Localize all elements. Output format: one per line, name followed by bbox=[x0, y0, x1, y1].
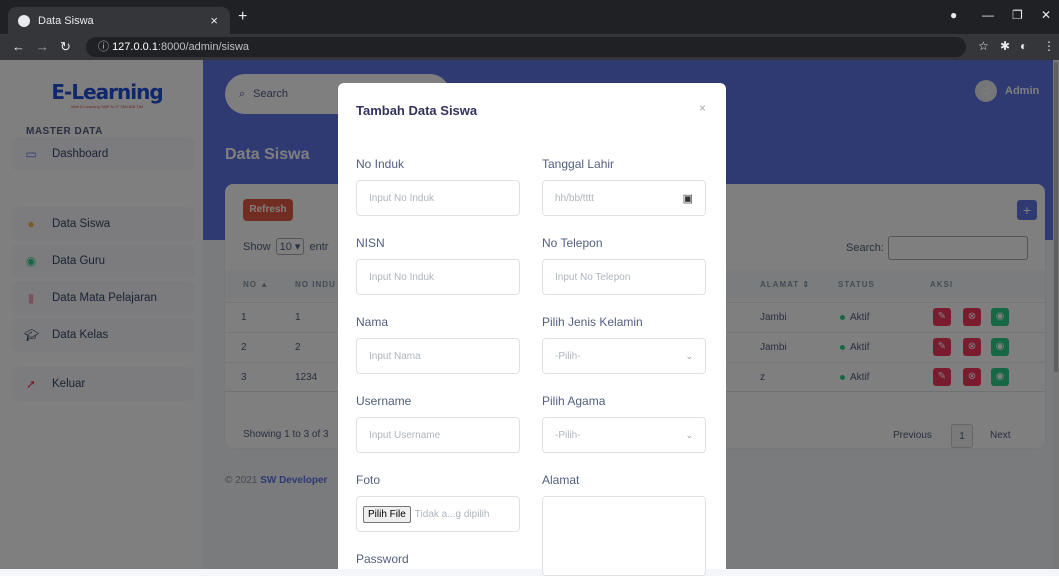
close-icon[interactable]: × bbox=[699, 101, 706, 115]
chevron-down-icon: ⌄ bbox=[685, 350, 693, 361]
back-icon[interactable]: ← bbox=[12, 39, 25, 54]
tanggal-lahir-label: Tanggal Lahir bbox=[542, 157, 615, 171]
no-telepon-field[interactable]: Input No Telepon bbox=[542, 259, 706, 295]
restore-icon[interactable]: ❐ bbox=[1012, 8, 1023, 22]
foto-label: Foto bbox=[356, 473, 381, 487]
minimize-icon[interactable]: — bbox=[982, 8, 994, 22]
choose-file-button[interactable]: Pilih File bbox=[363, 505, 411, 523]
browser-tab-strip: Data Siswa × + ● — ❐ ✕ bbox=[0, 0, 1059, 34]
jenis-kelamin-select[interactable]: -Pilih- ⌄ bbox=[542, 338, 706, 374]
tab-title: Data Siswa bbox=[38, 14, 94, 27]
close-tab-icon[interactable]: × bbox=[210, 13, 218, 28]
no-induk-label: No Induk bbox=[356, 157, 405, 171]
add-student-modal: Tambah Data Siswa × No Induk Input No In… bbox=[338, 83, 726, 576]
address-bar[interactable]: ⓘ 127.0.0.1:8000/admin/siswa bbox=[86, 37, 966, 57]
new-tab-icon[interactable]: + bbox=[238, 8, 247, 26]
extensions-icon[interactable]: ✱ bbox=[1000, 39, 1010, 53]
reload-icon[interactable]: ↻ bbox=[60, 39, 71, 55]
password-label: Password bbox=[356, 552, 409, 566]
username-placeholder: Input Username bbox=[369, 429, 441, 441]
no-telepon-placeholder: Input No Telepon bbox=[555, 271, 631, 283]
menu-icon[interactable]: ⋮ bbox=[1043, 39, 1055, 53]
foto-file-field: Pilih File Tidak a...g dipilih bbox=[356, 496, 520, 532]
profile-icon[interactable]: ● bbox=[950, 8, 957, 22]
jenis-kelamin-value: -Pilih- bbox=[555, 350, 581, 362]
no-induk-placeholder: Input No Induk bbox=[369, 192, 435, 204]
nisn-field[interactable]: Input No Induk bbox=[356, 259, 520, 295]
jenis-kelamin-label: Pilih Jenis Kelamin bbox=[542, 315, 643, 329]
no-induk-field[interactable]: Input No Induk bbox=[356, 180, 520, 216]
nisn-label: NISN bbox=[356, 236, 385, 250]
calendar-icon[interactable]: ▣ bbox=[683, 192, 693, 205]
nama-placeholder: Input Nama bbox=[369, 350, 421, 362]
browser-tab[interactable]: Data Siswa × bbox=[8, 7, 230, 34]
agama-select[interactable]: -Pilih- ⌄ bbox=[542, 417, 706, 453]
close-window-icon[interactable]: ✕ bbox=[1041, 8, 1051, 22]
profile-avatar-icon[interactable]: ◐ bbox=[1020, 39, 1027, 53]
agama-value: -Pilih- bbox=[555, 429, 581, 441]
username-label: Username bbox=[356, 394, 412, 408]
browser-toolbar: ← → ↻ ⓘ 127.0.0.1:8000/admin/siswa ☆ ✱ ◐… bbox=[0, 34, 1059, 60]
forward-icon[interactable]: → bbox=[36, 39, 49, 54]
tanggal-lahir-placeholder: hh/bb/tttt bbox=[555, 192, 594, 204]
agama-label: Pilih Agama bbox=[542, 394, 606, 408]
nama-field[interactable]: Input Nama bbox=[356, 338, 520, 374]
no-telepon-label: No Telepon bbox=[542, 236, 603, 250]
modal-title: Tambah Data Siswa bbox=[356, 103, 478, 118]
alamat-textarea[interactable] bbox=[542, 496, 706, 576]
alamat-label: Alamat bbox=[542, 473, 580, 487]
file-status: Tidak a...g dipilih bbox=[414, 508, 490, 520]
tanggal-lahir-field[interactable]: hh/bb/tttt ▣ bbox=[542, 180, 706, 216]
url-host: 127.0.0.1 bbox=[112, 41, 158, 53]
username-field[interactable]: Input Username bbox=[356, 417, 520, 453]
nisn-placeholder: Input No Induk bbox=[369, 271, 435, 283]
chevron-down-icon: ⌄ bbox=[685, 429, 693, 440]
url-path: :8000/admin/siswa bbox=[157, 41, 250, 53]
bookmark-star-icon[interactable]: ☆ bbox=[978, 39, 989, 53]
nama-label: Nama bbox=[356, 315, 389, 329]
favicon-icon bbox=[18, 14, 30, 27]
